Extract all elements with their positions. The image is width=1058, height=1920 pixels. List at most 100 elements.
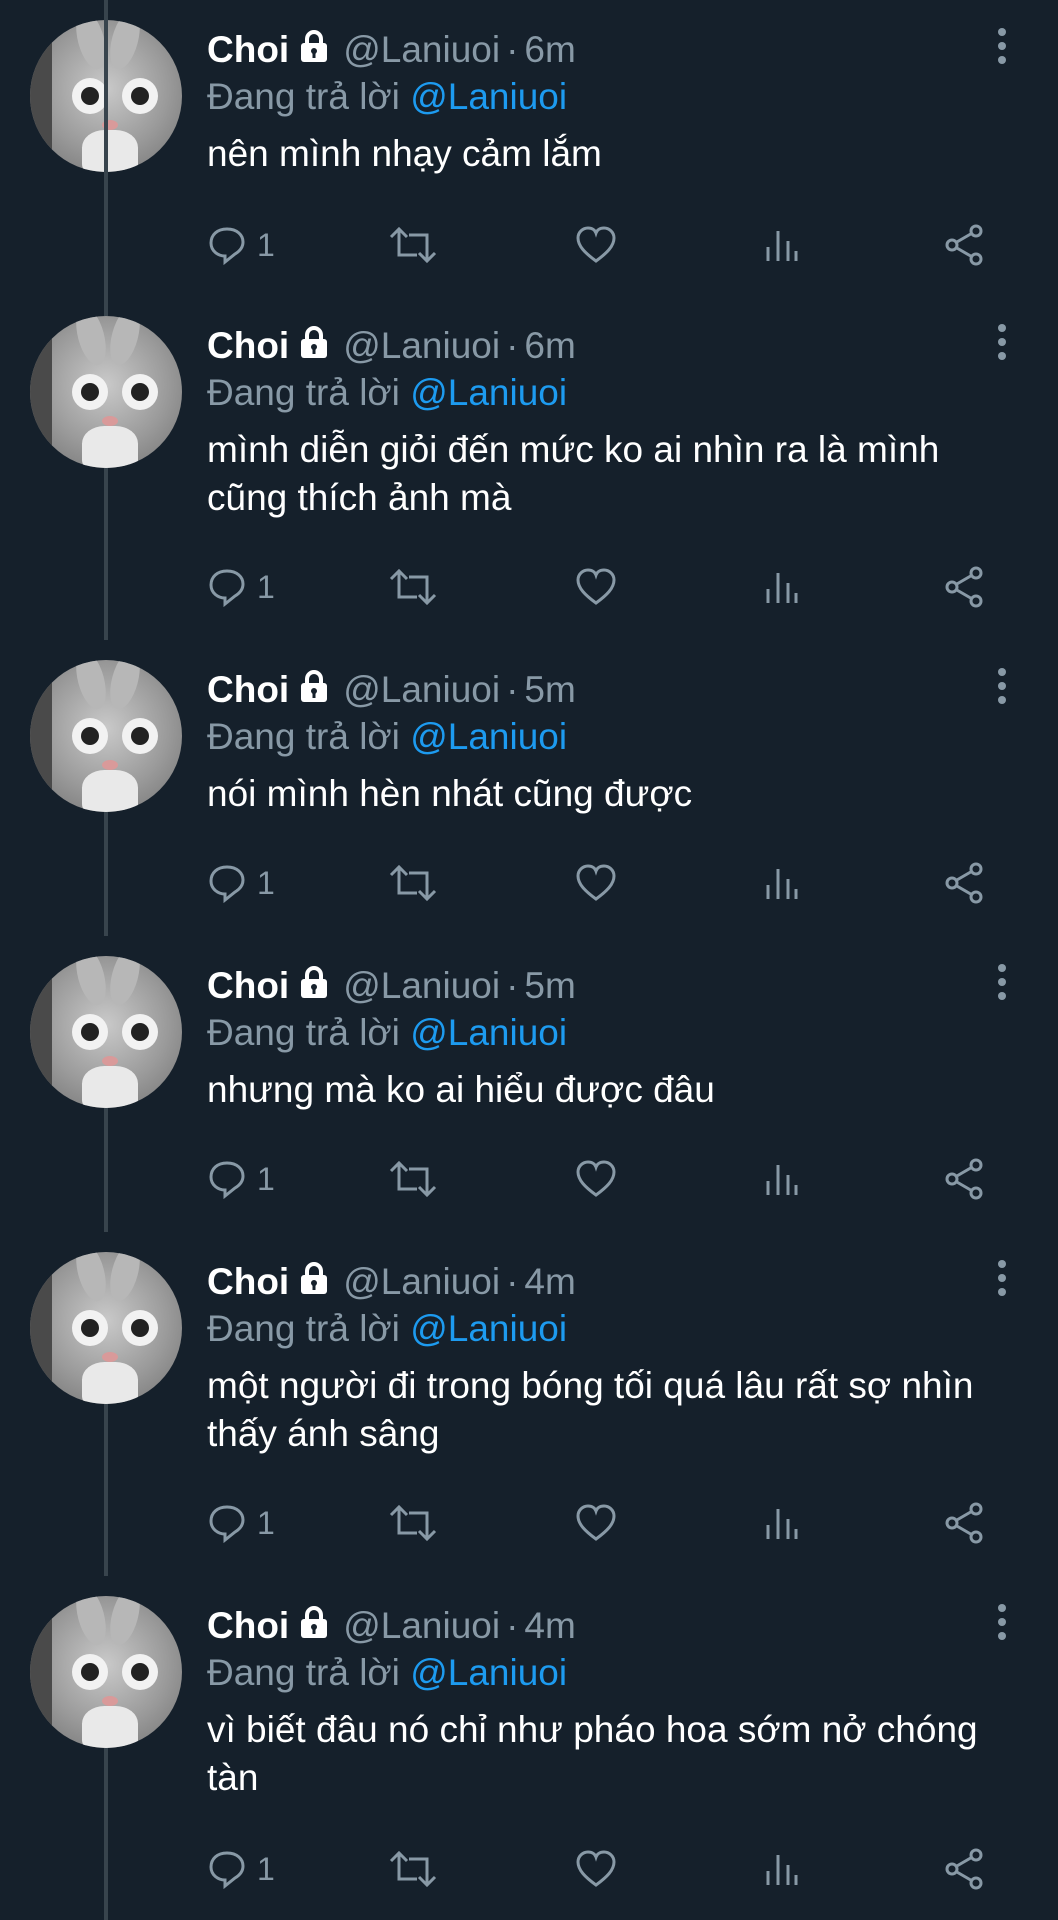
tweet[interactable]: Choi @Laniuoi · 5m Đang trả lời @Laniuoi… <box>0 936 1058 1232</box>
tweet-content: Choi @Laniuoi · 5m Đang trả lời @Laniuoi… <box>207 964 1017 1114</box>
like-button[interactable] <box>575 858 617 908</box>
user-handle[interactable]: @Laniuoi <box>343 1261 500 1303</box>
share-button[interactable] <box>942 1844 986 1894</box>
retweet-button[interactable] <box>387 220 439 270</box>
user-handle[interactable]: @Laniuoi <box>343 965 500 1007</box>
user-handle[interactable]: @Laniuoi <box>343 325 500 367</box>
timestamp[interactable]: 5m <box>524 965 575 1007</box>
heart-icon <box>576 568 616 605</box>
more-options-icon[interactable] <box>998 668 1008 710</box>
tweet-header: Choi @Laniuoi · 6m <box>207 28 1017 72</box>
reply-button[interactable]: 1 <box>207 1498 275 1548</box>
lock-icon <box>299 325 329 368</box>
views-button[interactable] <box>762 1498 802 1548</box>
user-handle[interactable]: @Laniuoi <box>343 29 500 71</box>
display-name[interactable]: Choi <box>207 325 289 367</box>
tweet[interactable]: Choi @Laniuoi · 5m Đang trả lời @Laniuoi… <box>0 640 1058 936</box>
mention-link[interactable]: @Laniuoi <box>410 716 567 757</box>
mention-link[interactable]: @Laniuoi <box>410 1012 567 1053</box>
display-name[interactable]: Choi <box>207 1605 289 1647</box>
views-button[interactable] <box>762 1844 802 1894</box>
reply-count: 1 <box>257 1850 275 1887</box>
replying-to-label: Đang trả lời <box>207 716 400 757</box>
avatar[interactable] <box>30 1596 182 1748</box>
mention-link[interactable]: @Laniuoi <box>410 1652 567 1693</box>
replying-to-label: Đang trả lời <box>207 1652 400 1693</box>
tweet-content: Choi @Laniuoi · 6m Đang trả lời @Laniuoi… <box>207 28 1017 178</box>
heart-icon <box>576 1850 616 1887</box>
share-button[interactable] <box>942 1154 986 1204</box>
reply-button[interactable]: 1 <box>207 1154 275 1204</box>
reply-button[interactable]: 1 <box>207 562 275 612</box>
avatar[interactable] <box>30 316 182 468</box>
separator-dot: · <box>506 29 519 70</box>
avatar[interactable] <box>30 956 182 1108</box>
retweet-icon <box>389 1850 437 1888</box>
views-button[interactable] <box>762 858 802 908</box>
avatar[interactable] <box>30 660 182 812</box>
views-button[interactable] <box>762 1154 802 1204</box>
user-handle[interactable]: @Laniuoi <box>343 1605 500 1647</box>
mention-link[interactable]: @Laniuoi <box>410 76 567 117</box>
thread-connector-line <box>104 1108 108 1232</box>
timestamp[interactable]: 4m <box>524 1605 575 1647</box>
separator-dot: · <box>506 1261 519 1302</box>
like-button[interactable] <box>575 1154 617 1204</box>
more-options-icon[interactable] <box>998 1604 1008 1646</box>
tweet[interactable]: Choi @Laniuoi · 6m Đang trả lời @Laniuoi… <box>0 0 1058 640</box>
tweet-actions: 1 <box>207 858 997 908</box>
retweet-button[interactable] <box>387 858 439 908</box>
avatar[interactable] <box>30 1252 182 1404</box>
retweet-button[interactable] <box>387 1844 439 1894</box>
share-button[interactable] <box>942 562 986 612</box>
display-name[interactable]: Choi <box>207 965 289 1007</box>
timestamp[interactable]: 6m <box>524 29 575 71</box>
display-name[interactable]: Choi <box>207 669 289 711</box>
timestamp[interactable]: 5m <box>524 669 575 711</box>
like-button[interactable] <box>575 562 617 612</box>
like-button[interactable] <box>575 1844 617 1894</box>
reply-icon <box>209 1505 245 1543</box>
more-options-icon[interactable] <box>998 1260 1008 1302</box>
reply-count: 1 <box>257 1504 275 1541</box>
heart-icon <box>576 226 616 263</box>
share-button[interactable] <box>942 220 986 270</box>
tweet-actions: 1 <box>207 1844 997 1894</box>
replying-to-label: Đang trả lời <box>207 76 400 117</box>
display-name[interactable]: Choi <box>207 1261 289 1303</box>
reply-button[interactable]: 1 <box>207 858 275 908</box>
tweet-text: nhưng mà ko ai hiểu được đâu <box>207 1069 715 1110</box>
tweet[interactable]: Choi @Laniuoi · 4m Đang trả lời @Laniuoi… <box>0 1576 1058 1920</box>
retweet-button[interactable] <box>387 1154 439 1204</box>
lock-icon <box>299 669 329 712</box>
replying-to: Đang trả lời @Laniuoi <box>207 1308 1017 1350</box>
views-button[interactable] <box>762 220 802 270</box>
user-handle[interactable]: @Laniuoi <box>343 669 500 711</box>
retweet-button[interactable] <box>387 1498 439 1548</box>
timestamp[interactable]: 6m <box>524 325 575 367</box>
reply-count: 1 <box>257 1160 275 1197</box>
more-options-icon[interactable] <box>998 964 1008 1006</box>
tweet[interactable]: Choi @Laniuoi · 4m Đang trả lời @Laniuoi… <box>0 1232 1058 1576</box>
views-button[interactable] <box>762 562 802 612</box>
tweet-content: Choi @Laniuoi · 4m Đang trả lời @Laniuoi… <box>207 1260 1017 1458</box>
tweet-text: vì biết đâu nó chỉ như pháo hoa sớm nở c… <box>207 1709 978 1798</box>
share-button[interactable] <box>942 1498 986 1548</box>
mention-link[interactable]: @Laniuoi <box>410 372 567 413</box>
replying-to: Đang trả lời @Laniuoi <box>207 1012 1017 1054</box>
share-icon <box>945 862 983 904</box>
like-button[interactable] <box>575 220 617 270</box>
like-button[interactable] <box>575 1498 617 1548</box>
display-name[interactable]: Choi <box>207 29 289 71</box>
timestamp[interactable]: 4m <box>524 1261 575 1303</box>
lock-icon <box>299 1605 329 1648</box>
mention-link[interactable]: @Laniuoi <box>410 1308 567 1349</box>
reply-button[interactable]: 1 <box>207 1844 275 1894</box>
share-button[interactable] <box>942 858 986 908</box>
tweet[interactable]: Choi @Laniuoi · 6m Đang trả lời @Laniuoi… <box>0 0 1058 296</box>
reply-button[interactable]: 1 <box>207 220 275 270</box>
more-options-icon[interactable] <box>998 28 1008 70</box>
tweet-header: Choi @Laniuoi · 6m <box>207 324 1017 368</box>
retweet-button[interactable] <box>387 562 439 612</box>
more-options-icon[interactable] <box>998 324 1008 366</box>
